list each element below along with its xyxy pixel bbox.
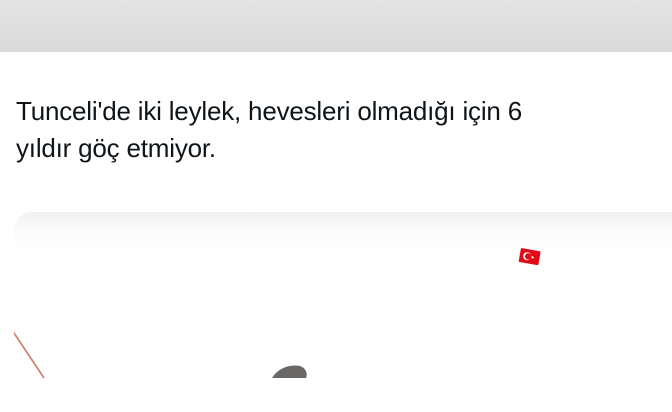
media-card[interactable] [14, 212, 672, 412]
post-text-line-2: yıldır göç etmiyor. [16, 133, 216, 163]
pole-line [14, 331, 45, 379]
media-image [14, 248, 541, 379]
top-bar [0, 0, 672, 52]
stork-silhouette [272, 365, 307, 378]
turkish-flag-icon [518, 248, 541, 266]
post-text: Tunceli'de iki leylek, hevesleri olmadığ… [16, 93, 656, 167]
post-text-line-1: Tunceli'de iki leylek, hevesleri olmadığ… [16, 96, 522, 126]
